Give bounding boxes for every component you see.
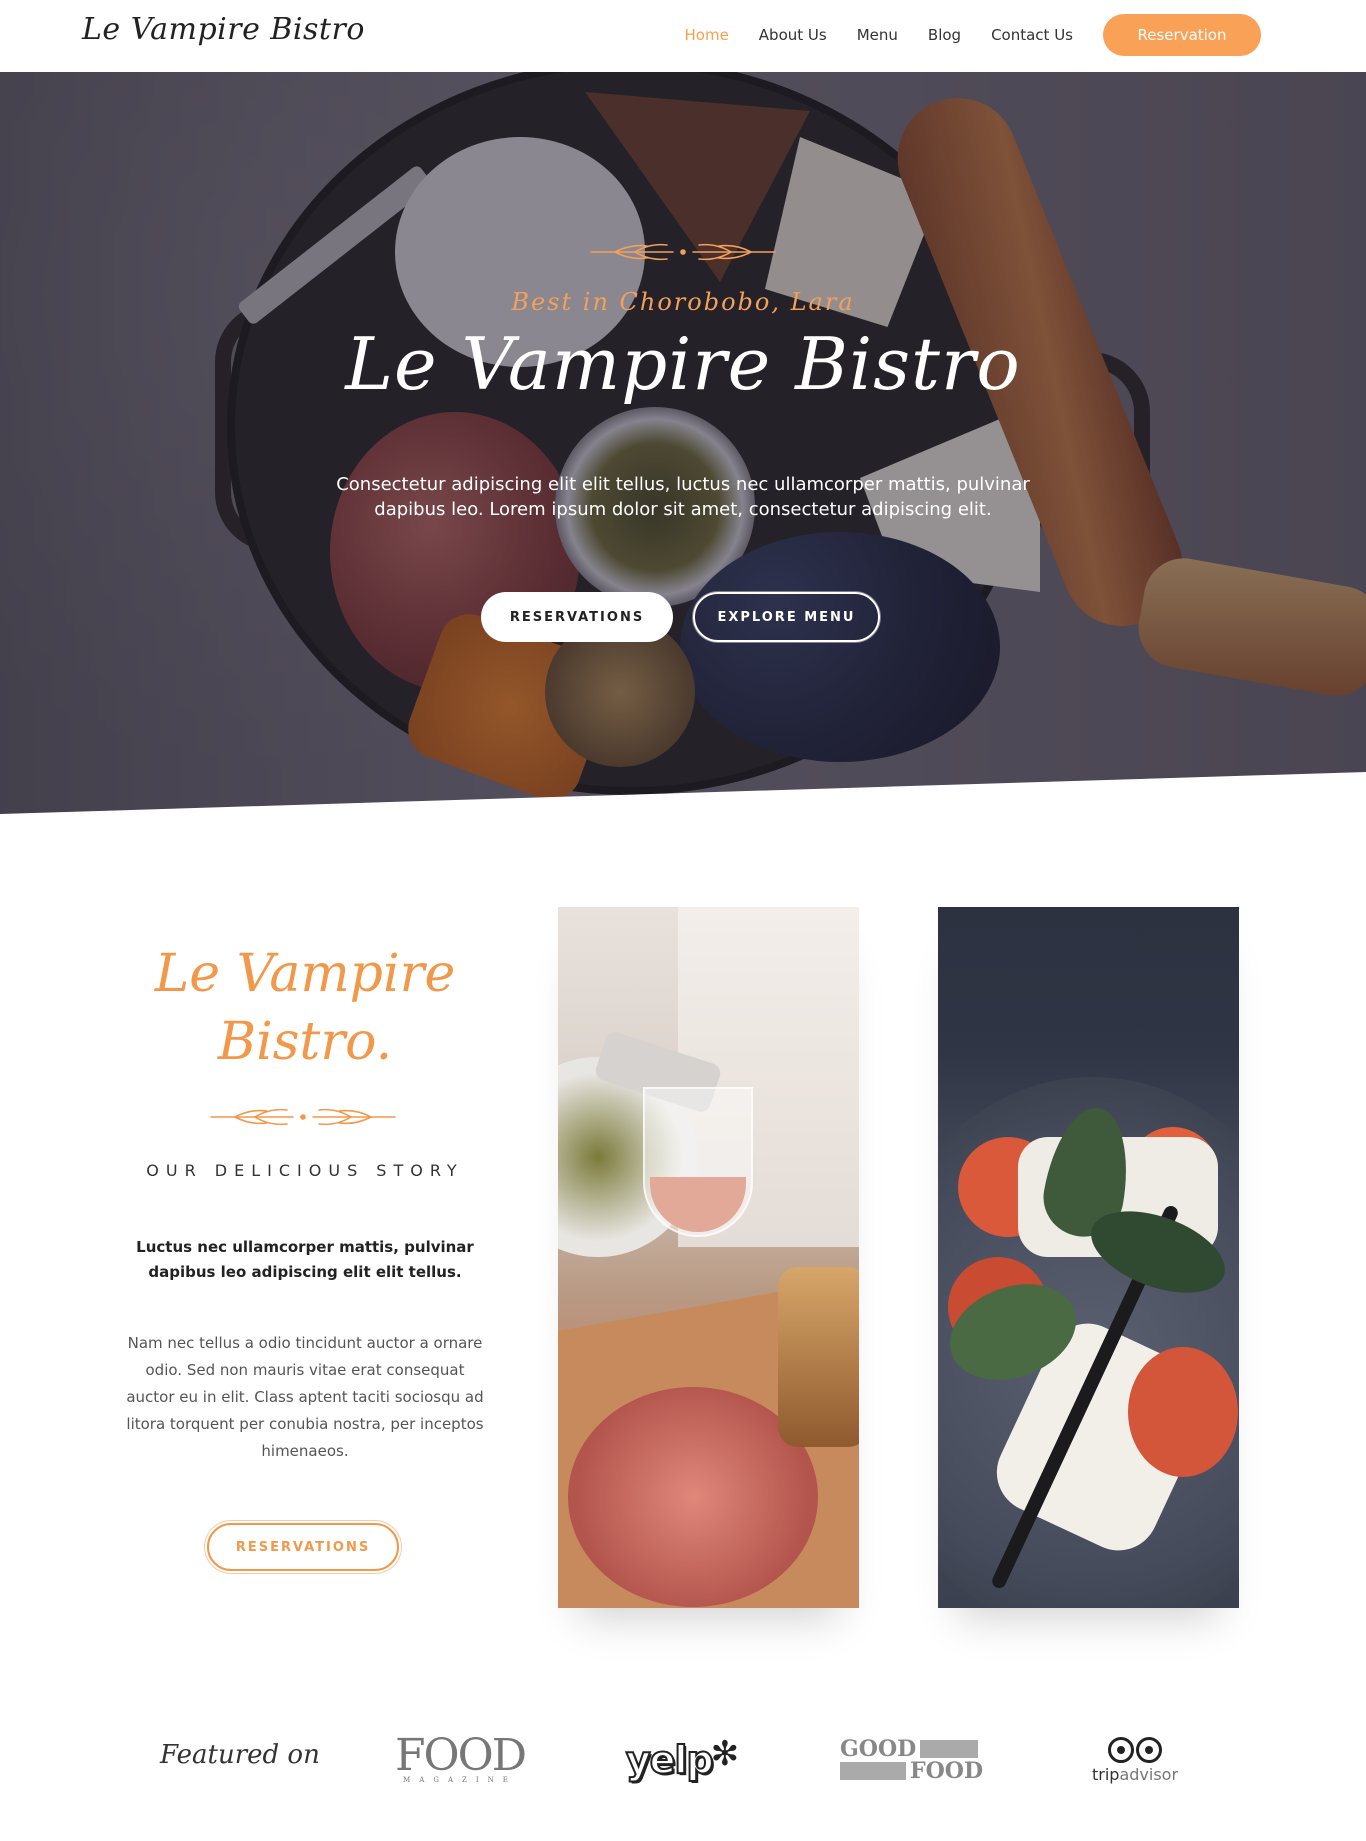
- site-header: Le Vampire Bistro Home About Us Menu Blo…: [0, 0, 1366, 72]
- food-magazine-logo: FOOD MAGAZINE: [395, 1730, 527, 1790]
- tomato-slice-image: [1128, 1347, 1238, 1477]
- food-magazine-logo-text: FOOD: [395, 1730, 527, 1781]
- caprese-photo: [938, 907, 1239, 1608]
- hero-tagline: Best in Chorobobo, Lara: [511, 288, 855, 316]
- good-food-logo-text2: FOOD: [910, 1758, 984, 1784]
- main-nav: Home About Us Menu Blog Contact Us Reser…: [685, 14, 1261, 56]
- hero-section: Best in Chorobobo, Lara Le Vampire Bistr…: [0, 72, 1366, 814]
- nav-item-home[interactable]: Home: [685, 26, 729, 44]
- toast-image: [778, 1267, 859, 1447]
- good-food-logo: GOOD FOOD: [840, 1730, 983, 1790]
- yelp-logo-text: yelp: [625, 1737, 715, 1783]
- story-body: Nam nec tellus a odio tincidunt auctor a…: [126, 1334, 484, 1460]
- nav-item-about[interactable]: About Us: [759, 26, 827, 44]
- reservation-button[interactable]: Reservation: [1103, 14, 1261, 56]
- story-title-line2: Bistro.: [217, 1012, 393, 1072]
- hero-reservations-button[interactable]: RESERVATIONS: [481, 592, 673, 642]
- hero-overlay: [0, 72, 1366, 814]
- good-food-logo-bar: [920, 1740, 979, 1758]
- nav-item-contact[interactable]: Contact Us: [991, 26, 1073, 44]
- owl-eye-left: [1108, 1736, 1134, 1763]
- nav-item-menu[interactable]: Menu: [857, 26, 898, 44]
- story-reservations-button[interactable]: RESERVATIONS: [207, 1523, 399, 1571]
- explore-menu-button[interactable]: EXPLORE MENU: [693, 592, 880, 642]
- hero-description: Consectetur adipiscing elit elit tellus,…: [336, 474, 1030, 520]
- tripadvisor-logo-text-a: trip: [1091, 1764, 1120, 1784]
- story-title: Le Vampire Bistro.: [120, 940, 490, 1076]
- site-logo[interactable]: Le Vampire Bistro: [82, 12, 365, 47]
- owl-eyes-icon: [1108, 1736, 1162, 1763]
- yelp-logo: yelp ✻: [620, 1730, 745, 1790]
- food-magazine-logo-subtext: MAGAZINE: [403, 1776, 517, 1784]
- tripadvisor-logo-text: tripadvisor: [1092, 1765, 1178, 1784]
- yelp-burst-icon: ✻: [710, 1734, 740, 1774]
- story-lead: Luctus nec ullamcorper mattis, pulvinar …: [136, 1238, 474, 1281]
- good-food-logo-row2: FOOD: [840, 1760, 983, 1782]
- wheat-ornament-icon: [590, 243, 776, 261]
- good-food-logo-bar: [840, 1762, 906, 1780]
- tripadvisor-logo: tripadvisor: [1085, 1730, 1185, 1790]
- good-food-logo-text1: GOOD: [840, 1736, 917, 1762]
- good-food-logo-row1: GOOD: [840, 1736, 979, 1762]
- wheat-ornament-icon: [210, 1108, 396, 1126]
- hero-title: Le Vampire Bistro: [345, 322, 1021, 406]
- owl-eye-right: [1136, 1736, 1162, 1763]
- tripadvisor-logo-text-b: advisor: [1119, 1764, 1179, 1784]
- nav-item-blog[interactable]: Blog: [928, 26, 961, 44]
- story-kicker: OUR DELICIOUS STORY: [146, 1161, 464, 1180]
- featured-on-label: Featured on: [160, 1740, 320, 1770]
- story-title-line1: Le Vampire: [154, 944, 456, 1004]
- wine-charcuterie-photo: [558, 907, 859, 1608]
